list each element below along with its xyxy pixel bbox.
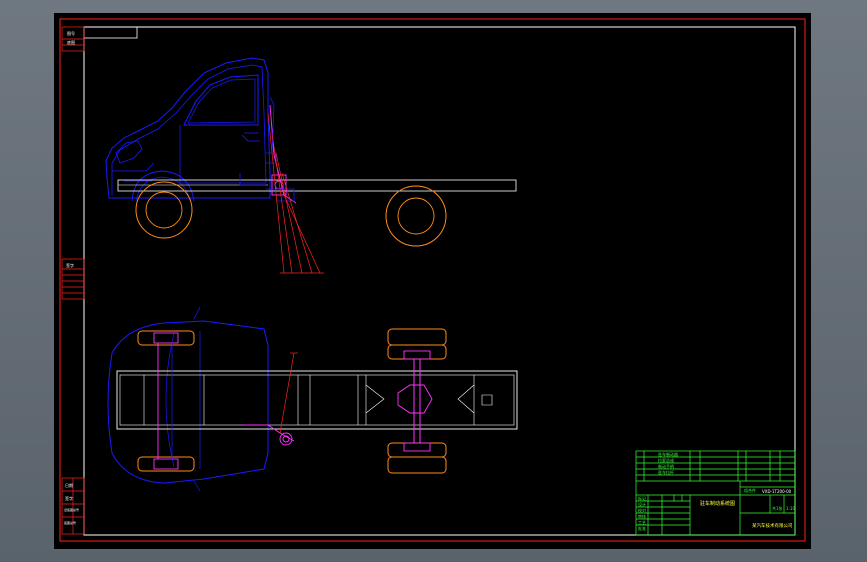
rear-axle-top [387,328,447,474]
front-wheel-side [135,181,193,239]
parts-row-4: 驻车拉杆 [658,469,674,475]
drawing-name: 驻车制动系统图 [700,500,735,507]
leader-line-top [279,352,295,434]
material: 组合件 [744,487,756,493]
drawing-frame [83,26,796,536]
frame-rail-top [116,370,518,430]
strip-label-base-drawing: 底图 [67,39,75,45]
drawing-number: VXD-1T200-00 [762,489,792,494]
rear-wheel-side [385,185,447,247]
side-view [105,57,517,274]
row-label-check: 校对 [638,507,646,513]
row-label-process: 工艺 [638,520,646,525]
corner-stamp-box [83,26,138,39]
strip-label-date: 日期 [65,482,73,488]
strip-label-drawing-no: 图号 [67,30,75,36]
handbrake-cable-top [244,424,295,446]
strip-label-signature: 签字 [65,495,73,501]
row-label-approve: 批准 [638,525,646,531]
cab-outline [105,57,271,199]
row-label-review: 审核 [638,513,646,519]
row-label-mark: 标记 [638,495,646,501]
drawing-sheet: 图号 底图 签字 日期 签字 旧底图总号 底图总号 驻车制动器 拉索总成 制动手… [54,13,811,549]
strip-label-old-total: 旧底图总号 [64,507,79,512]
scale: 1:10 [786,506,795,511]
row-label-design: 设计 [638,501,646,507]
handbrake-lever-side [269,104,297,204]
top-view [107,306,518,492]
company-name: 某汽车技术有限公司 [752,522,793,529]
left-binding-strip: 图号 底图 签字 日期 签字 旧底图总号 底图总号 [61,26,85,535]
parts-row-1: 驻车制动器 [658,451,678,457]
parts-row-3: 制动手柄 [658,463,674,469]
strip-label-sign: 签字 [66,262,74,268]
cad-drawing: 图号 底图 签字 日期 签字 旧底图总号 底图总号 驻车制动器 拉索总成 制动手… [59,18,806,542]
leader-lines [267,112,324,274]
parts-row-2: 拉索总成 [658,457,674,463]
strip-label-base-total: 底图总号 [64,520,76,525]
sheet-count: 共1张 [772,505,783,511]
